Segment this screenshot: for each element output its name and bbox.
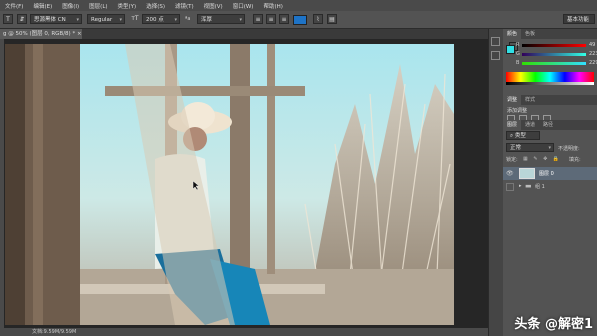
document-tab[interactable]: g @ 50% (图层 0, RGB/8) * × xyxy=(0,29,82,39)
document-size: 文档:9.59M/9.59M xyxy=(32,329,77,335)
blend-mode-select[interactable]: 正常 ▾ xyxy=(506,143,554,152)
anti-alias-label: ªa xyxy=(185,16,191,22)
blend-mode-value: 正常 xyxy=(510,145,522,151)
color-spectrum[interactable] xyxy=(506,72,594,82)
text-orientation-icon[interactable]: ⇵ xyxy=(17,14,27,24)
menu-select[interactable]: 选择(S) xyxy=(141,2,170,10)
text-color-swatch[interactable] xyxy=(293,15,307,25)
layer-row[interactable]: 👁 图层 0 xyxy=(503,167,597,180)
photo-image xyxy=(5,44,454,325)
tab-color[interactable]: 颜色 xyxy=(503,29,522,39)
tab-swatches[interactable]: 色板 xyxy=(521,29,539,39)
eye-icon[interactable]: 👁 xyxy=(506,170,514,177)
menu-file[interactable]: 文件(F) xyxy=(0,2,28,10)
layer-kind-value: 类型 xyxy=(514,133,526,139)
anti-alias-select[interactable]: 浑厚 ▾ xyxy=(197,14,245,24)
menu-layer[interactable]: 图层(L) xyxy=(84,2,112,10)
font-family-value: 思源黑体 CN xyxy=(34,17,66,23)
font-size-select[interactable]: 200 点 ▾ xyxy=(142,14,180,24)
chevron-down-icon: ▾ xyxy=(239,17,242,23)
add-adjustment-title: 添加调整 xyxy=(507,108,528,114)
chevron-down-icon: ▾ xyxy=(76,17,79,23)
workspace-select[interactable]: 基本功能 xyxy=(563,14,595,24)
color-panel-tabs: 颜色 色板 xyxy=(503,29,597,39)
b-label: B xyxy=(516,60,520,66)
g-label: G xyxy=(516,51,520,57)
layers-panel-tabs: 图层 通道 路径 xyxy=(503,120,597,130)
watermark: 头条 @解密1 xyxy=(514,317,593,332)
text-tool-icon[interactable]: T xyxy=(3,14,13,24)
menu-bar: 文件(F) 编辑(E) 图像(I) 图层(L) 类型(Y) 选择(S) 滤镜(T… xyxy=(0,0,597,11)
align-center-icon[interactable]: ≡ xyxy=(266,14,276,24)
tab-paths[interactable]: 路径 xyxy=(539,120,557,130)
fill-label: 填充: xyxy=(569,157,581,163)
actions-icon[interactable] xyxy=(491,51,500,60)
tab-channels[interactable]: 通道 xyxy=(521,120,539,130)
search-icon: ⌕ xyxy=(510,133,514,139)
tab-styles[interactable]: 样式 xyxy=(521,95,539,105)
group-name[interactable]: 组 1 xyxy=(535,183,545,190)
character-panel-icon[interactable]: ▤ xyxy=(327,14,337,24)
font-size-icon: ᴛT xyxy=(131,15,139,22)
opacity-label: 不透明度: xyxy=(558,146,580,152)
r-value[interactable]: 49 xyxy=(589,42,595,48)
grayscale-ramp[interactable] xyxy=(506,82,594,85)
r-slider[interactable] xyxy=(522,44,586,47)
panel-icon-strip xyxy=(488,29,503,336)
g-slider[interactable] xyxy=(522,53,586,56)
b-value[interactable]: 229 xyxy=(589,60,597,66)
g-value[interactable]: 223 xyxy=(589,51,597,57)
chevron-down-icon: ▾ xyxy=(119,17,122,23)
folder-icon: ▬ xyxy=(525,182,532,190)
layer-name[interactable]: 图层 0 xyxy=(539,170,554,177)
lock-icons[interactable]: ▦ ✎ ✥ 🔒 xyxy=(523,156,561,162)
options-bar: T ⇵ 思源黑体 CN ▾ Regular ▾ ᴛT 200 点 ▾ ªa 浑厚 ▾ ≡… xyxy=(0,11,597,29)
align-right-icon[interactable]: ≡ xyxy=(279,14,289,24)
menu-edit[interactable]: 编辑(E) xyxy=(28,2,57,10)
warp-text-icon[interactable]: ⌇ xyxy=(313,14,323,24)
menu-filter[interactable]: 滤镜(T) xyxy=(170,2,199,10)
chevron-down-icon: ▾ xyxy=(174,17,177,23)
font-style-select[interactable]: Regular ▾ xyxy=(87,14,125,24)
chevron-down-icon: ▾ xyxy=(548,145,551,151)
align-left-icon[interactable]: ≡ xyxy=(253,14,263,24)
foreground-color-swatch[interactable] xyxy=(506,45,515,54)
r-label: R xyxy=(516,42,520,48)
tab-layers[interactable]: 图层 xyxy=(503,120,522,130)
chevron-right-icon[interactable]: ▸ xyxy=(519,183,522,189)
menu-window[interactable]: 窗口(W) xyxy=(228,2,259,10)
status-bar: 文档:9.59M/9.59M xyxy=(4,328,488,336)
font-style-value: Regular xyxy=(91,17,113,23)
layer-kind-filter[interactable]: ⌕ 类型 xyxy=(506,131,540,140)
tab-adjustments[interactable]: 调整 xyxy=(503,95,522,105)
visibility-toggle-icon[interactable] xyxy=(506,183,514,191)
layer-row[interactable]: ▸ ▬ 组 1 xyxy=(503,181,597,193)
b-slider[interactable] xyxy=(522,62,586,65)
font-size-value: 200 点 xyxy=(146,17,164,23)
workspace-value: 基本功能 xyxy=(567,17,590,23)
menu-help[interactable]: 帮助(H) xyxy=(258,2,287,10)
history-icon[interactable] xyxy=(491,37,500,46)
font-family-select[interactable]: 思源黑体 CN ▾ xyxy=(30,14,82,24)
layer-thumbnail xyxy=(519,168,535,179)
lock-label: 锁定: xyxy=(506,157,518,163)
right-panels: 颜色 色板 R 49 G 223 B 229 调整 样式 添加调整 图层 通道 … xyxy=(503,29,597,336)
adjustments-panel-tabs: 调整 样式 xyxy=(503,95,597,105)
menu-image[interactable]: 图像(I) xyxy=(57,2,84,10)
menu-view[interactable]: 视图(V) xyxy=(199,2,228,10)
anti-alias-value: 浑厚 xyxy=(201,17,213,23)
menu-type[interactable]: 类型(Y) xyxy=(113,2,142,10)
canvas-photo[interactable] xyxy=(5,44,454,325)
